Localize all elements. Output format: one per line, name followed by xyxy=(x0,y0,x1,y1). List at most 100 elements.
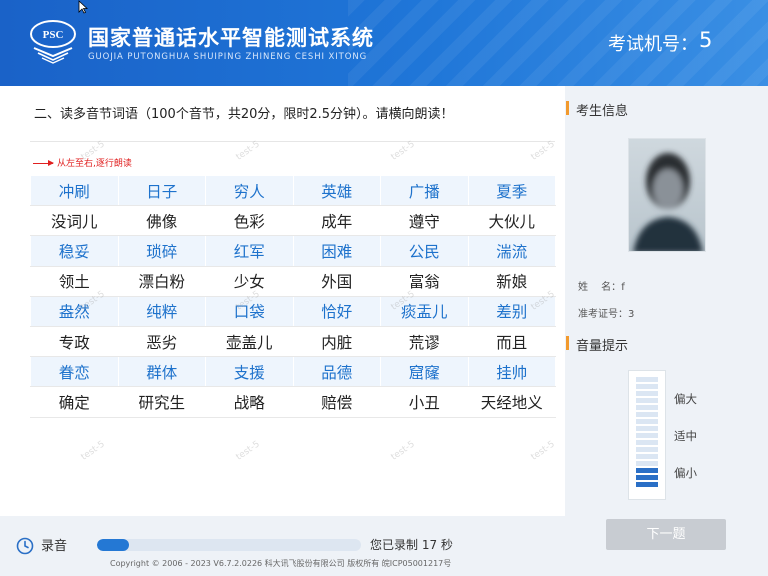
word-row: 盎然 纯粹 口袋 恰好 痰盂儿 差别 xyxy=(30,295,556,327)
word-cell: 痰盂儿 xyxy=(380,295,469,327)
word-cell: 成年 xyxy=(292,205,381,237)
copyright-text: Copyright © 2006 - 2023 V6.7.2.0226 科大讯飞… xyxy=(110,559,452,568)
candidate-id-value: 3 xyxy=(628,309,635,320)
word-cell: 色彩 xyxy=(205,205,294,237)
volume-segment xyxy=(636,447,658,452)
word-cell: 富翁 xyxy=(380,265,469,297)
word-cell: 困难 xyxy=(292,235,381,267)
word-cell: 新娘 xyxy=(467,265,556,297)
watermark-text: test-5 xyxy=(389,439,417,463)
volume-segment xyxy=(636,461,658,466)
volume-segment xyxy=(636,433,658,438)
volume-mid-label: 适中 xyxy=(674,429,697,443)
candidate-info-title: 考生信息 xyxy=(576,104,629,119)
question-instruction: 二、读多音节词语（100个音节，共20分，限时2.5分钟）。请横向朗读！ xyxy=(34,107,454,122)
word-cell: 天经地义 xyxy=(467,386,556,418)
word-cell: 红军 xyxy=(205,235,294,267)
word-cell: 琐碎 xyxy=(117,235,206,267)
volume-meter xyxy=(628,370,666,500)
volume-segment xyxy=(636,398,658,403)
word-cell: 湍流 xyxy=(467,235,556,267)
app-header: PSC 国家普通话水平智能测试系统 GUOJIA PUTONGHUA SHUIP… xyxy=(0,0,768,86)
recording-progress-fill xyxy=(97,539,129,551)
word-row: 没词儿 佛像 色彩 成年 遵守 大伙儿 xyxy=(30,205,556,237)
mouse-cursor-icon xyxy=(78,0,88,14)
word-cell: 差别 xyxy=(467,295,556,327)
word-row: 领土 漂白粉 少女 外国 富翁 新娘 xyxy=(30,265,556,297)
section-marker xyxy=(566,101,569,115)
section-marker xyxy=(566,336,569,350)
volume-high-label: 偏大 xyxy=(674,392,697,406)
word-cell: 专政 xyxy=(30,325,119,358)
candidate-photo xyxy=(628,138,706,252)
volume-low-label: 偏小 xyxy=(674,466,697,480)
word-cell: 大伙儿 xyxy=(467,205,556,237)
volume-title: 音量提示 xyxy=(576,339,629,354)
next-question-button[interactable]: 下一题 xyxy=(606,519,726,550)
volume-segment xyxy=(636,468,658,473)
word-cell: 窟窿 xyxy=(380,356,469,388)
divider xyxy=(30,141,555,142)
word-cell: 眷恋 xyxy=(30,356,119,388)
word-cell: 品德 xyxy=(292,356,381,388)
candidate-id-label: 准考证号： xyxy=(578,309,628,320)
word-cell: 遵守 xyxy=(380,205,469,237)
recording-bar: 录音 您已录制 17 秒 Copyright © 2006 - 2023 V6.… xyxy=(0,516,565,576)
candidate-name-value: f xyxy=(621,282,625,293)
word-cell: 领土 xyxy=(30,265,119,297)
recording-label: 录音 xyxy=(41,539,68,554)
word-cell: 恰好 xyxy=(292,295,381,327)
word-cell: 英雄 xyxy=(292,174,381,207)
volume-segment xyxy=(636,412,658,417)
clock-icon xyxy=(16,537,34,555)
candidate-name-label: 姓 名： xyxy=(578,282,622,293)
word-cell: 佛像 xyxy=(117,205,206,237)
volume-segment xyxy=(636,405,658,410)
word-cell: 支援 xyxy=(205,356,294,388)
word-row: 稳妥 琐碎 红军 困难 公民 湍流 xyxy=(30,235,556,267)
volume-segment xyxy=(636,440,658,445)
word-cell: 而且 xyxy=(467,325,556,358)
word-row: 冲刷 日子 穷人 英雄 广播 夏季 xyxy=(30,174,556,207)
word-cell: 漂白粉 xyxy=(117,265,206,297)
word-cell: 确定 xyxy=(30,386,119,418)
word-cell: 纯粹 xyxy=(117,295,206,327)
candidate-id-row: 准考证号：3 xyxy=(578,305,634,320)
word-cell: 恶劣 xyxy=(117,325,206,358)
word-cell: 壶盖儿 xyxy=(205,325,294,358)
volume-segment xyxy=(636,377,658,382)
volume-segment xyxy=(636,426,658,431)
word-row: 眷恋 群体 支援 品德 窟窿 挂帅 xyxy=(30,356,556,388)
volume-segment xyxy=(636,475,658,480)
right-arrow-icon xyxy=(33,160,54,166)
watermark-text: test-5 xyxy=(234,139,262,163)
word-cell: 战略 xyxy=(205,386,294,418)
watermark-text: test-5 xyxy=(234,439,262,463)
word-cell: 小丑 xyxy=(380,386,469,418)
psc-logo: PSC xyxy=(30,20,76,64)
recording-status: 您已录制 17 秒 xyxy=(370,538,453,552)
volume-segment xyxy=(636,482,658,487)
candidate-sidebar: 考生信息 姓 名：f 准考证号：3 音量提示 偏大 适中 偏小 下一题 xyxy=(565,86,768,576)
volume-segment xyxy=(636,454,658,459)
word-cell: 穷人 xyxy=(205,174,294,207)
volume-segment xyxy=(636,419,658,424)
word-cell: 冲刷 xyxy=(30,174,119,207)
word-cell: 赔偿 xyxy=(292,386,381,418)
reading-direction-hint: 从左至右,逐行朗读 xyxy=(33,156,132,169)
app-subtitle: GUOJIA PUTONGHUA SHUIPING ZHINENG CESHI … xyxy=(88,52,368,62)
recording-progress-bar xyxy=(97,539,361,551)
word-cell: 研究生 xyxy=(117,386,206,418)
word-cell: 外国 xyxy=(292,265,381,297)
reading-direction-text: 从左至右,逐行朗读 xyxy=(57,159,132,169)
word-cell: 少女 xyxy=(205,265,294,297)
word-cell: 荒谬 xyxy=(380,325,469,358)
machine-number-label: 考试机号： xyxy=(608,34,698,55)
word-cell: 挂帅 xyxy=(467,356,556,388)
watermark-text: test-5 xyxy=(389,139,417,163)
candidate-name-row: 姓 名：f xyxy=(578,278,625,293)
app-title: 国家普通话水平智能测试系统 xyxy=(88,26,374,50)
volume-segment xyxy=(636,384,658,389)
machine-number-value: 5 xyxy=(699,28,713,52)
word-cell: 口袋 xyxy=(205,295,294,327)
